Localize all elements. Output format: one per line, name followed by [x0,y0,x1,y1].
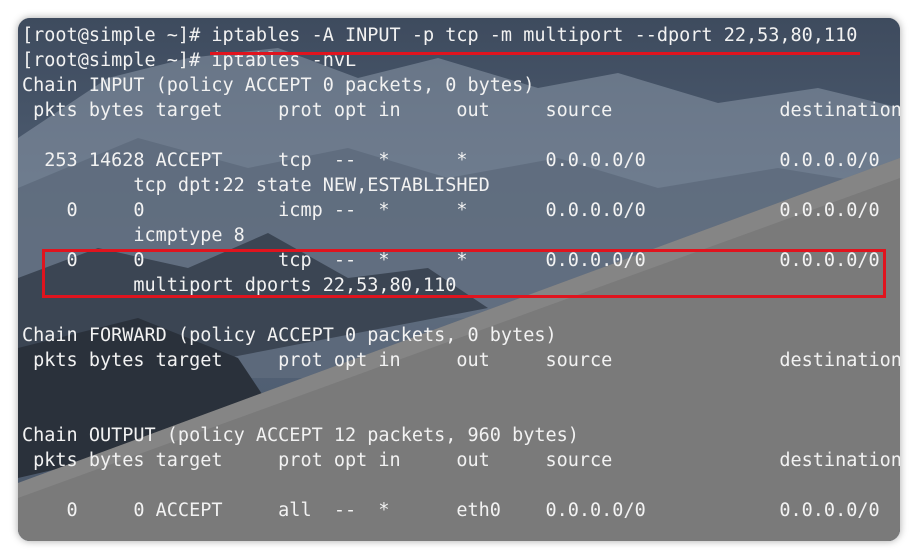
terminal-window[interactable]: [root@simple ~]# iptables -A INPUT -p tc… [18,18,900,541]
rule-row: 0 0 icmp -- * * 0.0.0.0/0 0.0.0.0/0 [22,200,880,221]
chain-header: Chain INPUT (policy ACCEPT 0 packets, 0 … [22,75,535,96]
column-header: pkts bytes target prot opt in out source… [22,350,900,371]
command-highlight-underline [210,52,860,55]
column-header: pkts bytes target prot opt in out source… [22,450,900,471]
rule-row: 0 0 ACCEPT all -- * eth0 0.0.0.0/0 0.0.0… [22,500,880,521]
chain-header: Chain FORWARD (policy ACCEPT 0 packets, … [22,325,557,346]
rule-detail: tcp dpt:22 state NEW,ESTABLISHED [22,175,490,196]
multiport-rule-highlight-box [42,249,886,298]
rule-detail: icmptype 8 [22,225,245,246]
column-header: pkts bytes target prot opt in out source… [22,100,900,121]
chain-header: Chain OUTPUT (policy ACCEPT 12 packets, … [22,425,579,446]
rule-row: 253 14628 ACCEPT tcp -- * * 0.0.0.0/0 0.… [22,150,880,171]
command-line: [root@simple ~]# iptables -A INPUT -p tc… [22,25,858,46]
